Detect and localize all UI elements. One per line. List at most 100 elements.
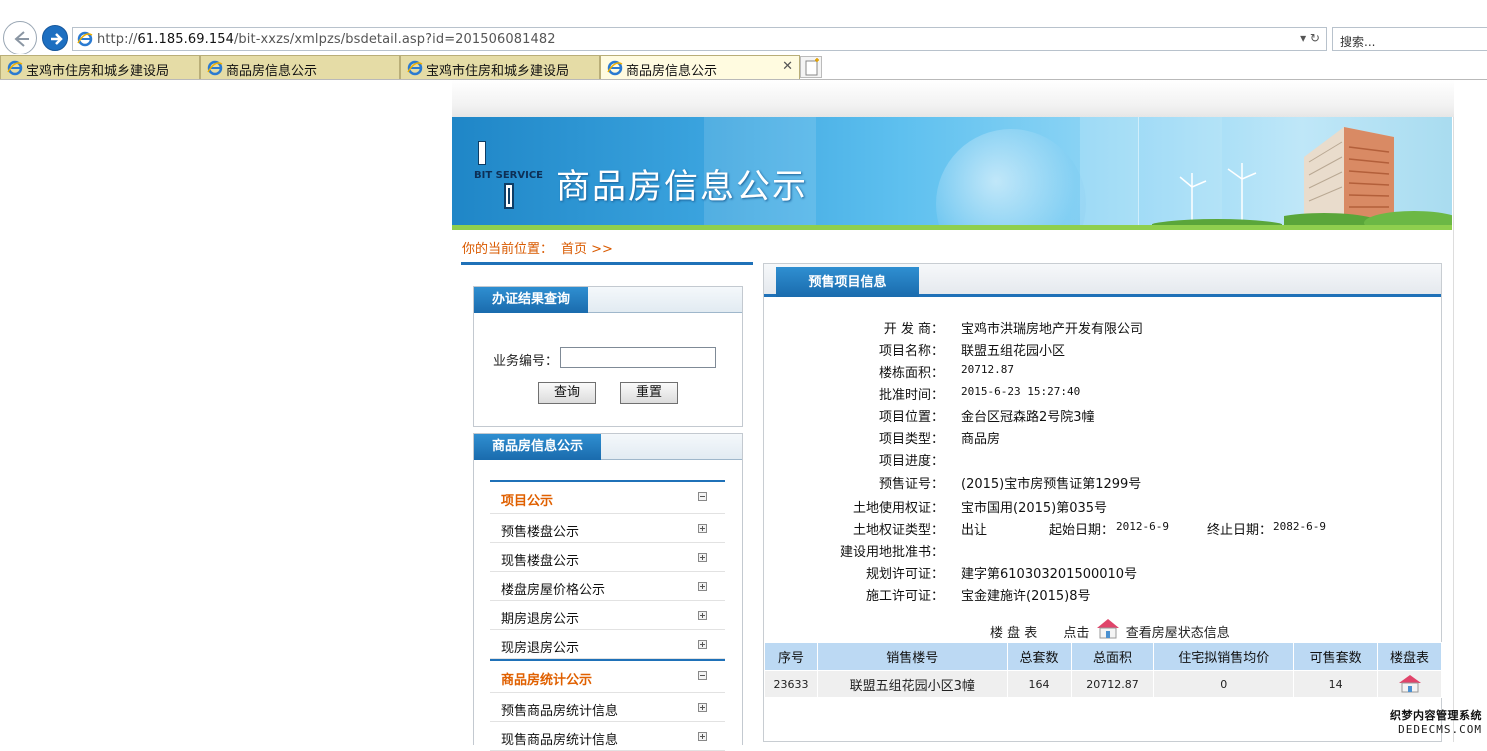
cell-building: 联盟五组花园小区3幢 — [816, 670, 1008, 698]
field-value: 联盟五组花园小区 — [961, 344, 1066, 359]
project-panel: 预售项目信息 开 发 商： 宝鸡市洪瑞房地产开发有限公司 项目名称： 联盟五组花园小… — [763, 263, 1442, 742]
close-tab-icon[interactable]: ✕ — [782, 59, 793, 74]
expand-icon[interactable] — [698, 524, 707, 533]
reset-button[interactable]: 重置 — [620, 382, 678, 404]
info-menu-box: 商品房信息公示 项目公示 预售楼盘公示 现售楼盘公示 楼盘房屋价格公示 期房退房… — [473, 433, 743, 751]
field-label: 楼栋面积： — [878, 366, 944, 381]
tab-label: 商品房信息公示 — [226, 64, 318, 79]
menu-item-label: 现房退房公示 — [501, 641, 580, 656]
col-total-area: 总面积 — [1070, 642, 1155, 671]
info-menu-header: 商品房信息公示 — [474, 434, 742, 460]
business-number-input[interactable] — [560, 347, 716, 368]
bit-logo: BIT SERVICE — [474, 141, 546, 211]
search-button[interactable]: 查询 — [538, 382, 596, 404]
arrow-right-icon — [51, 33, 63, 45]
globe-graphic — [936, 129, 1086, 230]
new-tab-icon — [805, 58, 819, 76]
project-tab[interactable]: 预售项目信息 — [776, 267, 919, 297]
page: BIT SERVICE 商品房信息公示 你的当前位置： 首页 >> 办证结果查询 … — [452, 80, 1454, 751]
menu-section-statistics[interactable]: 商品房统计公示 — [490, 659, 725, 693]
col-building: 销售楼号 — [816, 642, 1008, 671]
collapse-icon[interactable] — [698, 492, 707, 501]
menu-item-current-return[interactable]: 现房退房公示 — [490, 630, 725, 659]
url-input[interactable]: http://61.185.69.154/bit-xxzs/xmlpzs/bsd… — [72, 27, 1327, 51]
expand-icon[interactable] — [698, 582, 707, 591]
ie-icon — [407, 60, 423, 76]
field-label: 项目名称： — [878, 344, 944, 359]
banner: BIT SERVICE 商品房信息公示 — [452, 117, 1452, 230]
field-value: 2015-6-23 15:27:40 — [961, 385, 1081, 398]
expand-icon[interactable] — [698, 611, 707, 620]
building-table-label: 楼 盘 表 — [990, 626, 1038, 641]
cell-total-area: 20712.87 — [1070, 670, 1155, 698]
col-building-table: 楼盘表 — [1377, 642, 1442, 671]
field-value: (2015)宝市房预售证第1299号 — [961, 477, 1142, 492]
menu-item-current-sale[interactable]: 现售楼盘公示 — [490, 543, 725, 572]
wind-turbine-graphic — [1152, 163, 1282, 230]
cell-total-units: 164 — [1006, 670, 1072, 698]
info-menu-title: 商品房信息公示 — [474, 434, 602, 460]
menu-item-label: 预售楼盘公示 — [501, 525, 580, 540]
menu-item-presale-stats[interactable]: 预售商品房统计信息 — [490, 693, 725, 722]
menu-section-label: 项目公示 — [501, 494, 554, 509]
forward-button[interactable] — [42, 25, 68, 51]
table-header-row: 序号 销售楼号 总套数 总面积 住宅拟销售均价 可售套数 楼盘表 — [764, 642, 1442, 671]
new-tab-button[interactable] — [800, 56, 822, 78]
menu-item-presale[interactable]: 预售楼盘公示 — [490, 514, 725, 543]
field-value: 宝金建施许(2015)8号 — [961, 589, 1091, 604]
tab-2[interactable]: 商品房信息公示 — [200, 55, 400, 79]
menu-item-label: 期房退房公示 — [501, 612, 580, 627]
back-button[interactable] — [3, 21, 37, 55]
expand-icon[interactable] — [698, 703, 707, 712]
building-table-link-row: 楼 盘 表 点击 查看房屋状态信息 — [990, 617, 1230, 641]
refresh-icon[interactable]: ▾ ↻ — [1300, 31, 1320, 45]
menu-item-current-stats[interactable]: 现售商品房统计信息 — [490, 722, 725, 751]
start-date-label: 起始日期： — [1049, 523, 1115, 538]
breadcrumb: 你的当前位置： 首页 >> — [462, 238, 613, 257]
field-label: 项目位置： — [878, 410, 944, 425]
building-table: 序号 销售楼号 总套数 总面积 住宅拟销售均价 可售套数 楼盘表 23633 联… — [764, 642, 1442, 698]
menu-item-price[interactable]: 楼盘房屋价格公示 — [490, 572, 725, 601]
breadcrumb-home-link[interactable]: 首页 >> — [561, 242, 613, 257]
field-value: 宝市国用(2015)第035号 — [961, 501, 1108, 516]
logo-text: BIT SERVICE — [474, 170, 544, 181]
ie-icon — [7, 60, 23, 76]
house-icon[interactable] — [1396, 673, 1424, 693]
field-label: 预售证号： — [878, 477, 944, 492]
cell-available: 14 — [1293, 670, 1379, 698]
field-label: 开 发 商： — [883, 322, 944, 337]
expand-icon[interactable] — [698, 732, 707, 741]
banner-title: 商品房信息公示 — [556, 167, 808, 207]
view-house-status-link[interactable]: 查看房屋状态信息 — [1126, 626, 1230, 641]
menu-section-label: 商品房统计公示 — [501, 673, 593, 688]
tab-4-active[interactable]: 商品房信息公示 ✕ — [600, 55, 800, 79]
url-text: http://61.185.69.154/bit-xxzs/xmlpzs/bsd… — [97, 32, 556, 47]
info-menu: 项目公示 预售楼盘公示 现售楼盘公示 楼盘房屋价格公示 期房退房公示 现房退房公… — [490, 480, 725, 751]
menu-section-project[interactable]: 项目公示 — [490, 480, 725, 514]
banner-grass — [452, 225, 1452, 230]
tab-1[interactable]: 宝鸡市住房和城乡建设局 — [0, 55, 200, 79]
field-value: 金台区冠森路2号院3幢 — [961, 410, 1095, 425]
house-icon[interactable] — [1094, 617, 1122, 639]
collapse-icon[interactable] — [698, 671, 707, 680]
field-label: 规划许可证： — [865, 567, 944, 582]
table-row: 23633 联盟五组花园小区3幢 164 20712.87 0 14 — [764, 670, 1442, 698]
col-avg-price: 住宅拟销售均价 — [1153, 642, 1295, 671]
expand-icon[interactable] — [698, 640, 707, 649]
tab-label: 商品房信息公示 — [626, 64, 718, 79]
field-label: 项目进度： — [878, 454, 944, 469]
field-label: 建设用地批准书： — [839, 545, 944, 560]
field-value: 出让 — [961, 523, 988, 538]
breadcrumb-prefix: 你的当前位置： — [462, 242, 554, 257]
query-box-title: 办证结果查询 — [474, 287, 589, 313]
field-location: 项目位置： 金台区冠森路2号院3幢 — [764, 406, 1443, 426]
search-input[interactable]: 搜索... — [1332, 27, 1487, 51]
expand-icon[interactable] — [698, 553, 707, 562]
query-box-header: 办证结果查询 — [474, 287, 742, 313]
search-placeholder: 搜索... — [1340, 35, 1376, 49]
field-land-type: 土地权证类型： 出让 起始日期： 2012-6-9 终止日期： 2082-6-9 — [764, 519, 1443, 539]
menu-item-future-return[interactable]: 期房退房公示 — [490, 601, 725, 630]
cell-avg-price: 0 — [1153, 670, 1295, 698]
tab-label: 宝鸡市住房和城乡建设局 — [426, 64, 570, 79]
tab-3[interactable]: 宝鸡市住房和城乡建设局 — [400, 55, 600, 79]
